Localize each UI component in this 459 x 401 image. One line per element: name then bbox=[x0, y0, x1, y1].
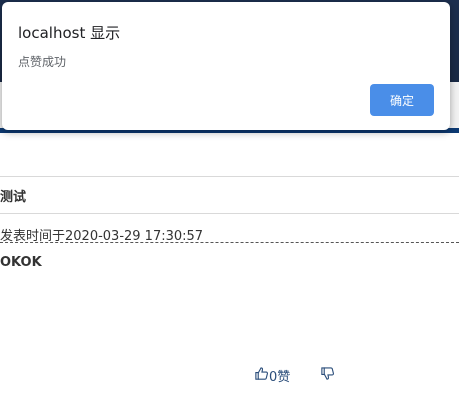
dialog-title: localhost 显示 bbox=[18, 24, 121, 42]
divider bbox=[0, 213, 459, 214]
dashed-divider bbox=[0, 242, 459, 243]
ok-button[interactable]: 确定 bbox=[370, 84, 434, 116]
like-count: 0赞 bbox=[269, 369, 291, 385]
divider bbox=[0, 176, 459, 177]
thumbs-up-icon bbox=[254, 366, 269, 385]
post-content: OKOK bbox=[0, 255, 42, 270]
alert-dialog: localhost 显示 点赞成功 确定 bbox=[2, 2, 450, 130]
post-title: 测试 bbox=[0, 190, 27, 205]
dialog-message: 点赞成功 bbox=[18, 55, 67, 69]
thumbs-down-icon bbox=[320, 366, 335, 385]
like-button[interactable]: 0赞 bbox=[254, 366, 290, 385]
vote-bar: 0赞 bbox=[254, 366, 335, 385]
dislike-button[interactable] bbox=[320, 366, 335, 385]
